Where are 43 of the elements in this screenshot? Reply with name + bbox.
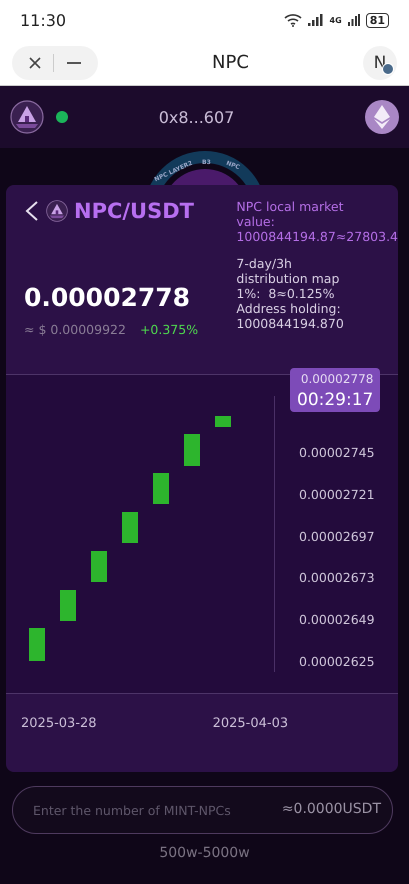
axis-label: 0.00002649 — [299, 611, 376, 630]
axis-label: 0.00002697 — [299, 528, 376, 546]
minus-icon — [66, 62, 82, 64]
usdt-estimate: ≈0.0000USDT — [282, 801, 381, 817]
signal-icon — [348, 14, 360, 26]
candle — [91, 551, 107, 582]
app-logo-icon — [10, 100, 44, 134]
candle — [215, 416, 231, 427]
close-icon — [28, 56, 42, 70]
page-title: NPC — [212, 52, 249, 73]
market-value-label: NPC local market value: — [236, 199, 344, 229]
signal-icon — [308, 14, 324, 26]
token-logo-icon — [46, 200, 68, 222]
current-price-tag: 0.00002778 00:29:17 — [290, 368, 380, 412]
axis-label: 0.00002625 — [299, 653, 376, 671]
wifi-icon — [284, 13, 302, 27]
distribution-map-label: 7-day/3h distribution map — [236, 256, 340, 286]
network-button[interactable] — [365, 100, 399, 134]
mint-range: 500w-5000w — [158, 845, 251, 861]
price-change: +0.375% — [140, 322, 198, 337]
candle — [60, 590, 76, 621]
diamond-icon — [374, 105, 390, 129]
token-price: 0.00002778 — [24, 283, 192, 312]
axis-label: 0.00002745 — [299, 444, 376, 462]
market-value: 1000844194.87≈27803.4 — [236, 229, 398, 244]
clock: 11:30 — [20, 10, 66, 30]
candle — [184, 434, 200, 466]
candle — [29, 628, 45, 661]
holding-label: Address holding: — [236, 301, 342, 316]
battery-indicator: 81 — [366, 12, 389, 28]
usd-price: ≈ $ 0.00009922 — [24, 322, 126, 337]
holding-value: 1000844194.870 — [236, 316, 345, 331]
date-label: 2025-03-28 — [21, 716, 97, 731]
back-button[interactable] — [24, 200, 40, 222]
distribution-ratio: 1%: 8≈0.125% — [236, 286, 336, 301]
axis-label: 0.00002673 — [299, 569, 376, 588]
candle — [122, 512, 138, 543]
wallet-address: 0x8...607 — [158, 108, 236, 126]
date-label: 2025-04-03 — [212, 716, 288, 731]
network-label: 4G — [330, 16, 342, 24]
axis-label: 0.00002721 — [299, 486, 376, 504]
pair-title: NPC/USDT — [74, 199, 194, 223]
candle — [153, 473, 169, 504]
